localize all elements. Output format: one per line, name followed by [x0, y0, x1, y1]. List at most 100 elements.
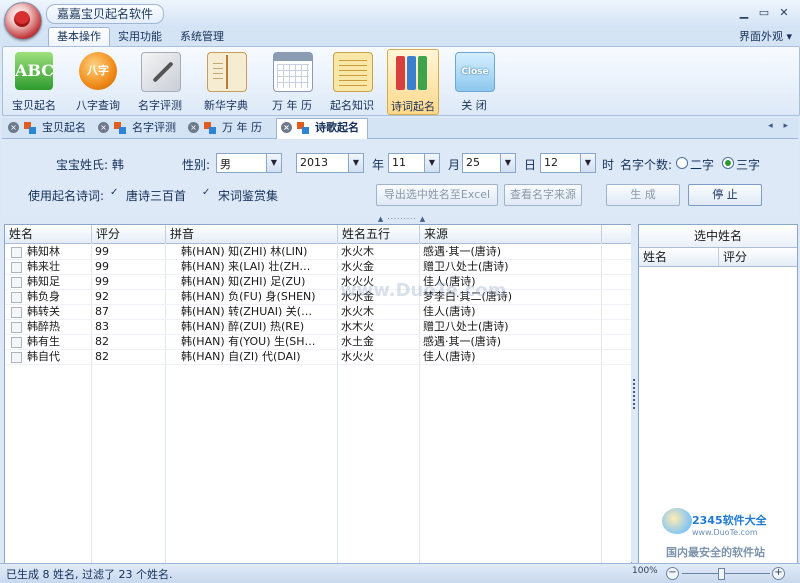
bazi-query-label: 八字查询 [76, 99, 120, 112]
tang-poems-checkbox[interactable]: ✓ [110, 188, 120, 198]
selected-col-name[interactable]: 姓名 [639, 248, 719, 266]
restore-button[interactable]: ▭ [756, 6, 772, 20]
xinhua-dictionary-label: 新华字典 [204, 99, 248, 112]
selected-col-score[interactable]: 评分 [719, 248, 797, 266]
cell-source: 感遇·其一(唐诗) [423, 245, 502, 258]
stop-button[interactable]: 停 止 [688, 184, 762, 206]
col-header-pinyin[interactable]: 拼音 [166, 225, 338, 243]
close-window-button[interactable]: ✕ [776, 6, 792, 20]
song-ci-checkbox[interactable]: ✓ [202, 188, 212, 198]
grip-icon [633, 379, 635, 409]
hour-select[interactable]: 12 ▼ [540, 153, 596, 173]
cell-pinyin: 韩(HAN) 醉(ZUI) 热(RE) [181, 320, 305, 333]
col-header-name[interactable]: 姓名 [5, 225, 92, 243]
close-app-button[interactable]: Close 关 闭 [449, 49, 499, 113]
cell-name: 韩有生 [27, 335, 60, 348]
table-row[interactable]: 韩来壮 99 韩(HAN) 来(LAI) 壮(ZH… 水火金 赠卫八处士(唐诗) [5, 259, 631, 275]
row-checkbox[interactable] [11, 277, 22, 288]
month-select[interactable]: 11 ▼ [388, 153, 440, 173]
doc-tab-name-evaluation[interactable]: × 名字评测 [94, 119, 182, 137]
col-header-wuxing[interactable]: 姓名五行 [338, 225, 420, 243]
row-checkbox[interactable] [11, 262, 22, 273]
table-row[interactable]: 韩自代 82 韩(HAN) 自(ZI) 代(DAI) 水火火 佳人(唐诗) [5, 349, 631, 365]
perpetual-calendar-button[interactable]: 万 年 历 [267, 49, 317, 113]
xinhua-dictionary-button[interactable]: 新华字典 [201, 49, 251, 113]
app-menu-orb-icon[interactable] [4, 2, 42, 40]
row-checkbox[interactable] [11, 247, 22, 258]
tab-close-icon[interactable]: × [188, 122, 199, 133]
close-app-label: 关 闭 [461, 99, 487, 112]
tab-close-icon[interactable]: × [98, 122, 109, 133]
cell-wuxing: 水火木 [341, 245, 374, 258]
table-row[interactable]: 韩负身 92 韩(HAN) 负(FU) 身(SHEN) 水水金 梦李白·其二(唐诗) [5, 289, 631, 305]
row-checkbox[interactable] [11, 352, 22, 363]
row-checkbox[interactable] [11, 307, 22, 318]
tab-page-icon [24, 122, 36, 134]
naming-form: 宝宝姓氏: 韩 性别: 男 ▼ 2013 ▼ 年 11 ▼ 月 25 ▼ 日 12 ▼ 时… [2, 139, 798, 217]
table-row[interactable]: 韩转关 87 韩(HAN) 转(ZHUAI) 关(… 水火木 佳人(唐诗) [5, 304, 631, 320]
tab-scroll-arrows[interactable]: ◂ ▸ [768, 121, 792, 131]
poem-naming-label: 诗词起名 [391, 100, 435, 113]
vertical-splitter[interactable] [631, 224, 637, 562]
table-row[interactable]: 韩醉热 83 韩(HAN) 醉(ZUI) 热(RE) 水木火 赠卫八处士(唐诗) [5, 319, 631, 335]
row-checkbox[interactable] [11, 322, 22, 333]
zoom-in-button[interactable]: + [772, 567, 785, 580]
radio-two-char-label: 二字 [690, 158, 715, 172]
song-ci-label: 宋词鉴赏集 [218, 189, 279, 203]
table-row[interactable]: 韩知林 99 韩(HAN) 知(ZHI) 林(LIN) 水火木 感遇·其一(唐诗) [5, 244, 631, 260]
zoom-slider-track[interactable] [682, 573, 770, 574]
tab-close-icon[interactable]: × [8, 122, 19, 133]
day-select[interactable]: 25 ▼ [462, 153, 516, 173]
minimize-button[interactable]: ▁ [736, 6, 752, 20]
radio-two-char[interactable] [676, 157, 688, 169]
ribbon-tab-bar: 基本操作 实用功能 系统管理 界面外观 ▾ [0, 27, 800, 47]
cell-source: 感遇·其一(唐诗) [423, 335, 502, 348]
bazi-query-button[interactable]: 八字 八字查询 [73, 49, 123, 113]
watermark-url: www.DuoTe.com [692, 528, 758, 537]
doc-tab-calendar[interactable]: × 万 年 历 [184, 119, 274, 137]
row-checkbox[interactable] [11, 337, 22, 348]
selected-names-title: 选中姓名 [639, 225, 797, 248]
view-source-button[interactable]: 查看名字来源 [504, 184, 582, 206]
watermark-brand: 2345软件大全 [692, 514, 767, 527]
tab-practical-functions[interactable]: 实用功能 [110, 28, 170, 46]
tab-basic-operations[interactable]: 基本操作 [48, 27, 110, 47]
gender-select[interactable]: 男 ▼ [216, 153, 282, 173]
doc-tab-label: 宝贝起名 [42, 121, 86, 134]
naming-knowledge-button[interactable]: 起名知识 [327, 49, 377, 113]
col-header-score[interactable]: 评分 [92, 225, 166, 243]
cell-source: 佳人(唐诗) [423, 350, 476, 363]
zoom-out-button[interactable]: − [666, 567, 679, 580]
tab-system-management[interactable]: 系统管理 [172, 28, 232, 46]
cell-name: 韩知足 [27, 275, 60, 288]
poem-naming-button[interactable]: 诗词起名 [387, 49, 439, 115]
export-excel-button[interactable]: 导出选中姓名至Excel [376, 184, 498, 206]
chevron-down-icon: ▼ [424, 154, 439, 172]
tab-page-icon [114, 122, 126, 134]
cell-wuxing: 水火金 [341, 260, 374, 273]
generate-button[interactable]: 生 成 [606, 184, 680, 206]
doc-tab-baby-naming[interactable]: × 宝贝起名 [4, 119, 92, 137]
tang-poems-label: 唐诗三百首 [126, 189, 187, 203]
cell-pinyin: 韩(HAN) 来(LAI) 壮(ZH… [181, 260, 311, 273]
doc-tab-label: 名字评测 [132, 121, 176, 134]
table-row[interactable]: 韩知足 99 韩(HAN) 知(ZHI) 足(ZU) 水火火 佳人(唐诗) [5, 274, 631, 290]
baby-naming-button[interactable]: ABC 宝贝起名 [9, 49, 59, 113]
name-evaluation-button[interactable]: 名字评测 [135, 49, 185, 113]
gender-value: 男 [220, 158, 231, 171]
year-select[interactable]: 2013 ▼ [296, 153, 364, 173]
row-checkbox[interactable] [11, 292, 22, 303]
horizontal-splitter-handle[interactable]: ▲ ········· ▲ [372, 216, 432, 223]
zoom-slider-thumb[interactable] [718, 568, 725, 580]
dictionary-icon [207, 52, 247, 92]
table-row[interactable]: 韩有生 82 韩(HAN) 有(YOU) 生(SH… 水土金 感遇·其一(唐诗) [5, 334, 631, 350]
pen-icon [141, 52, 181, 92]
cell-source: 赠卫八处士(唐诗) [423, 260, 509, 273]
col-header-source[interactable]: 来源 [420, 225, 602, 243]
cell-pinyin: 韩(HAN) 负(FU) 身(SHEN) [181, 290, 316, 303]
tab-close-icon[interactable]: × [281, 122, 292, 133]
doc-tab-poem-naming[interactable]: × 诗歌起名 [276, 118, 368, 140]
skin-menu[interactable]: 界面外观 ▾ [739, 28, 792, 46]
cell-wuxing: 水火木 [341, 305, 374, 318]
radio-three-char[interactable] [722, 157, 734, 169]
